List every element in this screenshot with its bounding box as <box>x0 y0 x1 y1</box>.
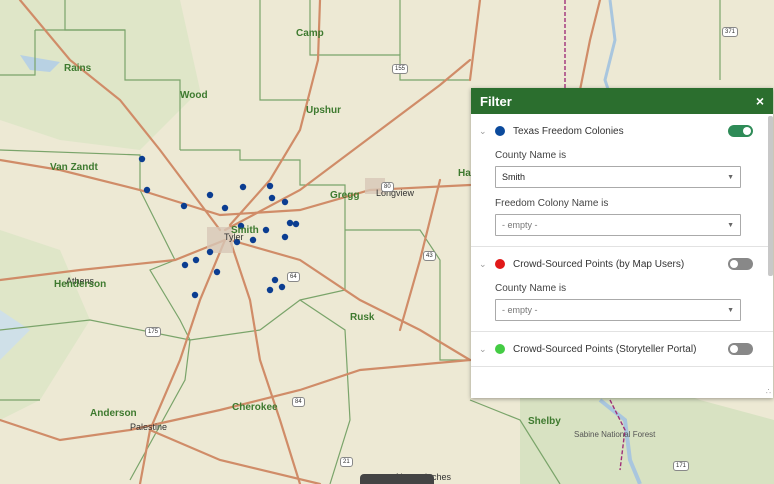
filter-panel-body: ⌄ Texas Freedom Colonies County Name is … <box>471 114 773 398</box>
freedom-colony-point[interactable] <box>271 276 279 284</box>
filter-panel-header: Filter × <box>471 88 773 114</box>
chevron-down-icon[interactable]: ⌄ <box>479 344 491 355</box>
freedom-colony-point[interactable] <box>143 186 151 194</box>
caret-down-icon: ▼ <box>727 221 734 229</box>
panel-scrollbar[interactable] <box>768 116 773 276</box>
filter-layer-header[interactable]: ⌄ Texas Freedom Colonies <box>479 114 759 148</box>
freedom-colony-point[interactable] <box>206 191 214 199</box>
freedom-colony-point[interactable] <box>213 268 221 276</box>
freedom-colony-name-select[interactable]: - empty - ▼ <box>495 214 741 236</box>
map-label-upshur: Upshur <box>306 105 341 116</box>
highway-shield: 84 <box>292 397 305 407</box>
map-label-cherokee: Cherokee <box>232 402 278 413</box>
map-label-sabine-forest: Sabine National Forest <box>574 430 656 439</box>
highway-shield: 80 <box>381 182 394 192</box>
freedom-colony-point[interactable] <box>221 204 229 212</box>
select-value: Smith <box>502 172 526 182</box>
freedom-colony-point[interactable] <box>239 183 247 191</box>
map-label-ha: Ha <box>458 168 471 179</box>
layer-title: Texas Freedom Colonies <box>513 125 624 137</box>
resize-handle-icon[interactable]: ∴ <box>766 387 771 396</box>
filter-layer-header[interactable]: ⌄ Crowd-Sourced Points (Storyteller Port… <box>479 332 759 366</box>
layer-toggle[interactable] <box>728 125 753 137</box>
highway-shield: 171 <box>673 461 690 471</box>
highway-shield: 64 <box>287 272 300 282</box>
freedom-colony-point[interactable] <box>278 283 286 291</box>
freedom-colony-point[interactable] <box>192 256 200 264</box>
freedom-colony-point[interactable] <box>180 202 188 210</box>
freedom-colony-point[interactable] <box>286 219 294 227</box>
map-label-rains: Rains <box>64 63 92 74</box>
caret-down-icon: ▼ <box>727 306 734 314</box>
select-value: - empty - <box>502 305 538 315</box>
layer-title: Crowd-Sourced Points (Storyteller Portal… <box>513 343 697 355</box>
field-label: County Name is <box>495 150 567 161</box>
filter-layer-crowd-map-users: ⌄ Crowd-Sourced Points (by Map Users) Co… <box>471 247 773 332</box>
map-label-anderson: Anderson <box>90 408 137 419</box>
freedom-colony-point[interactable] <box>281 198 289 206</box>
select-value: - empty - <box>502 220 538 230</box>
freedom-colony-point[interactable] <box>138 155 146 163</box>
county-name-select[interactable]: - empty - ▼ <box>495 299 741 321</box>
map-label-van-zandt: Van Zandt <box>50 162 98 173</box>
close-icon[interactable]: × <box>756 94 764 108</box>
county-name-select[interactable]: Smith ▼ <box>495 166 741 188</box>
freedom-colony-point[interactable] <box>281 233 289 241</box>
map-label-palestine: Palestine <box>130 422 168 432</box>
layer-color-swatch <box>495 344 505 354</box>
freedom-colony-point[interactable] <box>292 220 300 228</box>
filter-layer-crowd-storyteller: ⌄ Crowd-Sourced Points (Storyteller Port… <box>471 332 773 367</box>
freedom-colony-point[interactable] <box>181 261 189 269</box>
layer-toggle[interactable] <box>728 258 753 270</box>
freedom-colony-point[interactable] <box>249 236 257 244</box>
filter-panel-title: Filter <box>480 93 512 109</box>
freedom-colony-point[interactable] <box>266 182 274 190</box>
map-label-camp: Camp <box>296 28 324 39</box>
field-label: County Name is <box>495 283 567 294</box>
highway-shield: 21 <box>340 457 353 467</box>
filter-layer-header[interactable]: ⌄ Crowd-Sourced Points (by Map Users) <box>479 247 759 281</box>
freedom-colony-point[interactable] <box>266 286 274 294</box>
highway-shield: 43 <box>423 251 436 261</box>
map-label-shelby: Shelby <box>528 416 561 427</box>
highway-shield: 175 <box>145 327 162 337</box>
filter-layer-freedom-colonies: ⌄ Texas Freedom Colonies County Name is … <box>471 114 773 247</box>
freedom-colony-point[interactable] <box>206 248 214 256</box>
freedom-colony-point[interactable] <box>268 194 276 202</box>
freedom-colony-point[interactable] <box>191 291 199 299</box>
layer-color-swatch <box>495 259 505 269</box>
layer-title: Crowd-Sourced Points (by Map Users) <box>513 258 685 270</box>
map-label-tyler: Tyler <box>224 232 244 242</box>
map-label-gregg: Gregg <box>330 190 360 201</box>
field-label: Freedom Colony Name is <box>495 198 609 209</box>
highway-shield: 155 <box>392 64 409 74</box>
freedom-colony-point[interactable] <box>262 226 270 234</box>
layer-toggle[interactable] <box>728 343 753 355</box>
chevron-down-icon[interactable]: ⌄ <box>479 259 491 270</box>
chevron-down-icon[interactable]: ⌄ <box>479 126 491 137</box>
filter-panel: Filter × ⌄ Texas Freedom Colonies County… <box>471 88 773 398</box>
map-label-wood: Wood <box>180 90 208 101</box>
attribution-handle[interactable] <box>360 474 434 484</box>
highway-shield: 371 <box>722 27 739 37</box>
map-label-rusk: Rusk <box>350 312 375 323</box>
map-label-henderson: Henderson <box>54 279 107 290</box>
layer-color-swatch <box>495 126 505 136</box>
caret-down-icon: ▼ <box>727 173 734 181</box>
